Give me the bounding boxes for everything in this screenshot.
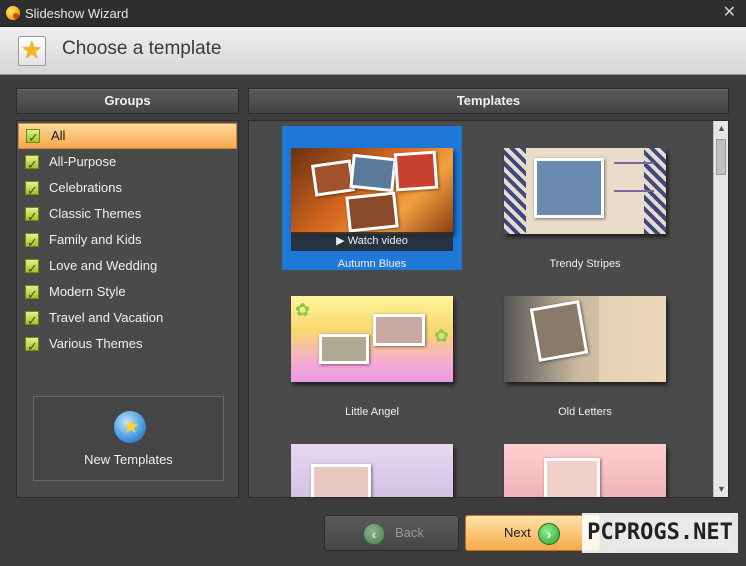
template-name: Trendy Stripes: [549, 258, 621, 270]
checkbox-icon: [25, 178, 39, 204]
group-item-label: All: [51, 128, 66, 143]
globe-star-icon: ★: [114, 411, 146, 443]
group-item-label: Classic Themes: [49, 206, 142, 221]
checkbox-icon: [25, 334, 39, 360]
watch-video-button[interactable]: ▶ Watch video: [291, 232, 453, 251]
templates-scrollbar[interactable]: ▲ ▼: [713, 121, 728, 497]
checkbox-icon: [26, 126, 40, 150]
next-arrow-icon: ›: [538, 523, 560, 545]
close-icon[interactable]: ✕: [723, 4, 736, 22]
next-button-label: Next: [504, 525, 531, 540]
template-name: Little Angel: [345, 406, 399, 418]
scroll-thumb[interactable]: [716, 139, 726, 175]
template-thumbnail: [291, 148, 453, 234]
back-button[interactable]: ‹ Back: [324, 515, 459, 551]
back-arrow-icon: ‹: [363, 523, 385, 545]
template-thumbnail: ✿ ✿: [291, 296, 453, 382]
app-logo-icon: [6, 6, 20, 20]
template-tile[interactable]: [282, 422, 462, 497]
group-item-label: Celebrations: [49, 180, 122, 195]
star-icon: ★: [18, 36, 46, 66]
scroll-up-arrow-icon[interactable]: ▲: [714, 121, 729, 136]
back-button-label: Back: [395, 525, 424, 540]
group-item-travel-and-vacation[interactable]: Travel and Vacation: [17, 305, 238, 334]
template-name: Old Letters: [558, 406, 612, 418]
template-tile-autumn-blues[interactable]: ▶ Watch video Autumn Blues: [282, 126, 462, 270]
template-tile-trendy-stripes[interactable]: Trendy Stripes: [495, 126, 675, 270]
page-title: Choose a template: [62, 38, 222, 59]
checkbox-icon: [25, 152, 39, 178]
new-templates-button[interactable]: ★ New Templates: [33, 396, 224, 481]
group-item-classic-themes[interactable]: Classic Themes: [17, 201, 238, 230]
group-item-celebrations[interactable]: Celebrations: [17, 175, 238, 204]
group-item-label: Various Themes: [49, 336, 143, 351]
template-tile-old-letters[interactable]: Old Letters: [495, 274, 675, 418]
templates-panel: ▶ Watch video Autumn Blues Trendy Stripe…: [248, 120, 729, 498]
template-thumbnail: [504, 148, 666, 234]
template-name: Autumn Blues: [337, 258, 407, 270]
groups-panel: All All-Purpose Celebrations Classic The…: [16, 120, 239, 498]
group-item-label: Love and Wedding: [49, 258, 158, 273]
checkbox-icon: [25, 230, 39, 256]
watermark: PCPROGS.NET: [582, 513, 738, 553]
groups-heading: Groups: [16, 88, 239, 114]
group-item-label: Family and Kids: [49, 232, 142, 247]
group-item-label: Travel and Vacation: [49, 310, 164, 325]
new-templates-label: New Templates: [84, 452, 173, 467]
template-thumbnail: [504, 296, 666, 382]
group-item-label: Modern Style: [49, 284, 126, 299]
next-button[interactable]: Next ›: [465, 515, 600, 551]
group-item-modern-style[interactable]: Modern Style: [17, 279, 238, 308]
templates-heading: Templates: [248, 88, 729, 114]
template-tile-little-angel[interactable]: ✿ ✿ Little Angel: [282, 274, 462, 418]
scroll-down-arrow-icon[interactable]: ▼: [714, 482, 729, 497]
group-item-all-purpose[interactable]: All-Purpose: [17, 149, 238, 178]
group-item-family-and-kids[interactable]: Family and Kids: [17, 227, 238, 256]
group-list: All All-Purpose Celebrations Classic The…: [17, 123, 238, 360]
checkbox-icon: [25, 204, 39, 230]
group-item-all[interactable]: All: [18, 123, 237, 150]
group-item-love-and-wedding[interactable]: Love and Wedding: [17, 253, 238, 282]
template-thumbnail: [291, 444, 453, 497]
checkbox-icon: [25, 256, 39, 282]
group-item-label: All-Purpose: [49, 154, 117, 169]
wizard-header: ★ Choose a template: [0, 27, 746, 75]
checkbox-icon: [25, 308, 39, 334]
template-thumbnail: [504, 444, 666, 497]
window-title: Slideshow Wizard: [25, 6, 129, 21]
group-item-various-themes[interactable]: Various Themes: [17, 331, 238, 360]
template-tile[interactable]: [495, 422, 675, 497]
checkbox-icon: [25, 282, 39, 308]
title-bar: Slideshow Wizard ✕: [0, 0, 746, 27]
